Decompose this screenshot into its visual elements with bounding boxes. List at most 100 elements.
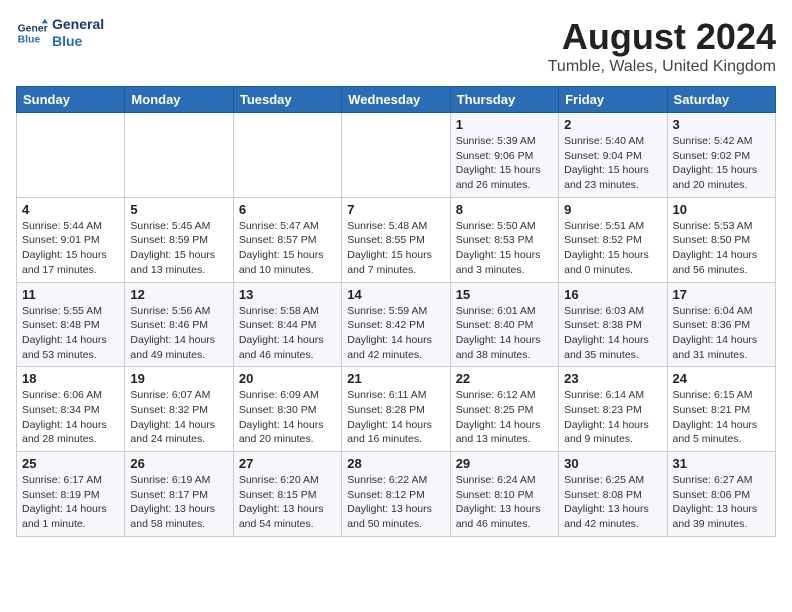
day-info: Sunrise: 6:15 AM Sunset: 8:21 PM Dayligh…	[673, 388, 770, 447]
day-number: 19	[130, 371, 227, 386]
day-info: Sunrise: 6:04 AM Sunset: 8:36 PM Dayligh…	[673, 304, 770, 363]
day-number: 25	[22, 456, 119, 471]
day-number: 5	[130, 202, 227, 217]
week-row-5: 25 Sunrise: 6:17 AM Sunset: 8:19 PM Dayli…	[17, 452, 776, 537]
weekday-header-saturday: Saturday	[667, 87, 775, 113]
day-number: 3	[673, 117, 770, 132]
day-info: Sunrise: 6:24 AM Sunset: 8:10 PM Dayligh…	[456, 473, 553, 532]
day-number: 27	[239, 456, 336, 471]
day-cell: 19Sunrise: 6:07 AM Sunset: 8:32 PM Dayli…	[125, 367, 233, 452]
day-number: 6	[239, 202, 336, 217]
logo-line2: Blue	[52, 33, 104, 50]
weekday-header-tuesday: Tuesday	[233, 87, 341, 113]
day-info: Sunrise: 6:20 AM Sunset: 8:15 PM Dayligh…	[239, 473, 336, 532]
day-number: 26	[130, 456, 227, 471]
day-cell	[342, 113, 450, 198]
calendar-table: SundayMondayTuesdayWednesdayThursdayFrid…	[16, 86, 776, 537]
logo-line1: General	[52, 16, 104, 33]
day-cell: 14Sunrise: 5:59 AM Sunset: 8:42 PM Dayli…	[342, 282, 450, 367]
day-cell	[125, 113, 233, 198]
day-cell: 22 Sunrise: 6:12 AM Sunset: 8:25 PM Dayli…	[450, 367, 558, 452]
day-info: Sunrise: 5:39 AM Sunset: 9:06 PM Dayligh…	[456, 134, 553, 193]
day-cell: 2 Sunrise: 5:40 AM Sunset: 9:04 PM Daylig…	[559, 113, 667, 198]
day-cell: 25 Sunrise: 6:17 AM Sunset: 8:19 PM Dayli…	[17, 452, 125, 537]
day-number: 11	[22, 287, 119, 302]
day-number: 12	[130, 287, 227, 302]
day-number: 16	[564, 287, 661, 302]
weekday-header-row: SundayMondayTuesdayWednesdayThursdayFrid…	[17, 87, 776, 113]
day-cell: 6 Sunrise: 5:47 AM Sunset: 8:57 PM Daylig…	[233, 197, 341, 282]
day-cell: 10Sunrise: 5:53 AM Sunset: 8:50 PM Dayli…	[667, 197, 775, 282]
day-cell: 16 Sunrise: 6:03 AM Sunset: 8:38 PM Dayli…	[559, 282, 667, 367]
day-number: 7	[347, 202, 444, 217]
day-info: Sunrise: 5:40 AM Sunset: 9:04 PM Dayligh…	[564, 134, 661, 193]
day-cell	[17, 113, 125, 198]
day-info: Sunrise: 5:45 AM Sunset: 8:59 PM Dayligh…	[130, 219, 227, 278]
day-info: Sunrise: 5:56 AM Sunset: 8:46 PM Dayligh…	[130, 304, 227, 363]
day-info: Sunrise: 6:11 AM Sunset: 8:28 PM Dayligh…	[347, 388, 444, 447]
day-cell: 9Sunrise: 5:51 AM Sunset: 8:52 PM Daylig…	[559, 197, 667, 282]
day-cell: 7Sunrise: 5:48 AM Sunset: 8:55 PM Daylig…	[342, 197, 450, 282]
day-number: 2	[564, 117, 661, 132]
day-info: Sunrise: 6:09 AM Sunset: 8:30 PM Dayligh…	[239, 388, 336, 447]
logo: General Blue General Blue	[16, 16, 104, 50]
weekday-header-thursday: Thursday	[450, 87, 558, 113]
day-cell: 17 Sunrise: 6:04 AM Sunset: 8:36 PM Dayli…	[667, 282, 775, 367]
day-cell: 27 Sunrise: 6:20 AM Sunset: 8:15 PM Dayli…	[233, 452, 341, 537]
day-cell: 26Sunrise: 6:19 AM Sunset: 8:17 PM Dayli…	[125, 452, 233, 537]
day-info: Sunrise: 5:51 AM Sunset: 8:52 PM Dayligh…	[564, 219, 661, 278]
week-row-4: 18 Sunrise: 6:06 AM Sunset: 8:34 PM Dayli…	[17, 367, 776, 452]
day-cell: 24Sunrise: 6:15 AM Sunset: 8:21 PM Dayli…	[667, 367, 775, 452]
weekday-header-sunday: Sunday	[17, 87, 125, 113]
day-number: 31	[673, 456, 770, 471]
day-cell: 8Sunrise: 5:50 AM Sunset: 8:53 PM Daylig…	[450, 197, 558, 282]
svg-text:Blue: Blue	[18, 34, 41, 45]
week-row-1: 1Sunrise: 5:39 AM Sunset: 9:06 PM Daylig…	[17, 113, 776, 198]
day-cell: 11 Sunrise: 5:55 AM Sunset: 8:48 PM Dayli…	[17, 282, 125, 367]
week-row-2: 4Sunrise: 5:44 AM Sunset: 9:01 PM Daylig…	[17, 197, 776, 282]
day-cell	[233, 113, 341, 198]
day-cell: 5 Sunrise: 5:45 AM Sunset: 8:59 PM Daylig…	[125, 197, 233, 282]
day-cell: 1Sunrise: 5:39 AM Sunset: 9:06 PM Daylig…	[450, 113, 558, 198]
weekday-header-friday: Friday	[559, 87, 667, 113]
day-number: 10	[673, 202, 770, 217]
day-info: Sunrise: 6:03 AM Sunset: 8:38 PM Dayligh…	[564, 304, 661, 363]
day-number: 18	[22, 371, 119, 386]
day-cell: 4Sunrise: 5:44 AM Sunset: 9:01 PM Daylig…	[17, 197, 125, 282]
day-cell: 12 Sunrise: 5:56 AM Sunset: 8:46 PM Dayli…	[125, 282, 233, 367]
day-info: Sunrise: 6:25 AM Sunset: 8:08 PM Dayligh…	[564, 473, 661, 532]
day-info: Sunrise: 6:12 AM Sunset: 8:25 PM Dayligh…	[456, 388, 553, 447]
day-cell: 31 Sunrise: 6:27 AM Sunset: 8:06 PM Dayli…	[667, 452, 775, 537]
day-number: 20	[239, 371, 336, 386]
day-info: Sunrise: 6:06 AM Sunset: 8:34 PM Dayligh…	[22, 388, 119, 447]
title-block: August 2024 Tumble, Wales, United Kingdo…	[548, 16, 776, 76]
weekday-header-monday: Monday	[125, 87, 233, 113]
day-info: Sunrise: 5:58 AM Sunset: 8:44 PM Dayligh…	[239, 304, 336, 363]
day-number: 13	[239, 287, 336, 302]
day-cell: 29 Sunrise: 6:24 AM Sunset: 8:10 PM Dayli…	[450, 452, 558, 537]
day-number: 28	[347, 456, 444, 471]
day-info: Sunrise: 6:01 AM Sunset: 8:40 PM Dayligh…	[456, 304, 553, 363]
day-cell: 28 Sunrise: 6:22 AM Sunset: 8:12 PM Dayli…	[342, 452, 450, 537]
day-info: Sunrise: 5:59 AM Sunset: 8:42 PM Dayligh…	[347, 304, 444, 363]
day-cell: 13 Sunrise: 5:58 AM Sunset: 8:44 PM Dayli…	[233, 282, 341, 367]
day-number: 8	[456, 202, 553, 217]
day-cell: 20 Sunrise: 6:09 AM Sunset: 8:30 PM Dayli…	[233, 367, 341, 452]
day-number: 22	[456, 371, 553, 386]
day-info: Sunrise: 5:55 AM Sunset: 8:48 PM Dayligh…	[22, 304, 119, 363]
day-info: Sunrise: 6:22 AM Sunset: 8:12 PM Dayligh…	[347, 473, 444, 532]
day-info: Sunrise: 6:14 AM Sunset: 8:23 PM Dayligh…	[564, 388, 661, 447]
day-number: 17	[673, 287, 770, 302]
day-number: 23	[564, 371, 661, 386]
day-info: Sunrise: 6:17 AM Sunset: 8:19 PM Dayligh…	[22, 473, 119, 532]
location-subtitle: Tumble, Wales, United Kingdom	[548, 58, 776, 76]
month-year-title: August 2024	[548, 16, 776, 58]
day-info: Sunrise: 5:42 AM Sunset: 9:02 PM Dayligh…	[673, 134, 770, 193]
day-info: Sunrise: 6:27 AM Sunset: 8:06 PM Dayligh…	[673, 473, 770, 532]
day-info: Sunrise: 5:47 AM Sunset: 8:57 PM Dayligh…	[239, 219, 336, 278]
day-cell: 21Sunrise: 6:11 AM Sunset: 8:28 PM Dayli…	[342, 367, 450, 452]
day-number: 4	[22, 202, 119, 217]
day-number: 29	[456, 456, 553, 471]
day-number: 30	[564, 456, 661, 471]
logo-icon: General Blue	[16, 17, 48, 49]
